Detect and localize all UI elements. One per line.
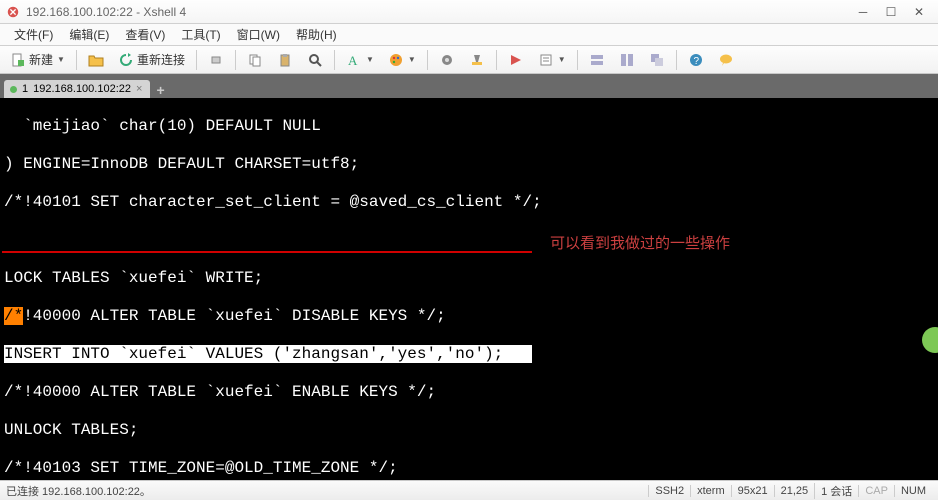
status-size: 95x21 [731, 485, 774, 497]
font-icon: A [346, 52, 362, 68]
copy-button[interactable] [241, 49, 269, 71]
new-button[interactable]: 新建 ▼ [4, 48, 71, 71]
toolbar-separator [334, 50, 335, 70]
toolbar-separator [235, 50, 236, 70]
paste-icon [277, 52, 293, 68]
term-line: /*!40000 ALTER TABLE `xuefei` ENABLE KEY… [4, 383, 934, 402]
status-pos: 21,25 [774, 485, 815, 497]
annotation-text: 可以看到我做过的一些操作 [550, 235, 730, 254]
cascade-button[interactable] [643, 49, 671, 71]
tile-vert-button[interactable] [613, 49, 641, 71]
dropdown-arrow-icon: ▼ [366, 55, 374, 64]
term-line: INSERT INTO `xuefei` VALUES ('zhangsan',… [4, 345, 934, 364]
menu-window[interactable]: 窗口(W) [229, 24, 288, 45]
highlight-white: INSERT INTO `xuefei` VALUES ('zhangsan',… [4, 345, 532, 363]
script-icon [538, 52, 554, 68]
script-button[interactable]: ▼ [532, 49, 572, 71]
minimize-button[interactable]: ─ [850, 3, 876, 21]
status-term: xterm [690, 485, 731, 497]
gear-icon [439, 52, 455, 68]
search-icon [307, 52, 323, 68]
status-connection: 已连接 192.168.100.102:22。 [6, 483, 648, 499]
reconnect-icon [118, 52, 134, 68]
new-file-icon [10, 52, 26, 68]
toolbar: 新建 ▼ 重新连接 A▼ ▼ ▼ ? [0, 46, 938, 74]
svg-text:?: ? [693, 56, 699, 67]
find-button[interactable] [301, 49, 329, 71]
term-line: UNLOCK TABLES; [4, 421, 934, 440]
toolbar-separator [676, 50, 677, 70]
session-tab[interactable]: 1 192.168.100.102:22 × [4, 80, 150, 98]
xftp-button[interactable] [502, 49, 530, 71]
term-line: /*!40000 ALTER TABLE `xuefei` DISABLE KE… [4, 307, 934, 326]
term-line: `meijiao` char(10) DEFAULT NULL [4, 117, 934, 136]
plug-icon [208, 52, 224, 68]
open-button[interactable] [82, 49, 110, 71]
menu-tools[interactable]: 工具(T) [173, 24, 228, 45]
properties-button[interactable] [433, 49, 461, 71]
toolbar-separator [496, 50, 497, 70]
toolbar-separator [427, 50, 428, 70]
terminal-area[interactable]: `meijiao` char(10) DEFAULT NULL ) ENGINE… [0, 98, 938, 480]
help-button[interactable]: ? [682, 49, 710, 71]
about-button[interactable] [712, 49, 740, 71]
dropdown-arrow-icon: ▼ [558, 55, 566, 64]
term-line: ) ENGINE=InnoDB DEFAULT CHARSET=utf8; [4, 155, 934, 174]
status-num: NUM [894, 485, 932, 497]
status-ssh: SSH2 [648, 485, 690, 497]
app-icon [6, 5, 20, 19]
dropdown-arrow-icon: ▼ [408, 55, 416, 64]
tile-horiz-button[interactable] [583, 49, 611, 71]
dropdown-arrow-icon: ▼ [57, 55, 65, 64]
menubar: 文件(F) 编辑(E) 查看(V) 工具(T) 窗口(W) 帮助(H) [0, 24, 938, 46]
menu-view[interactable]: 查看(V) [117, 24, 173, 45]
menu-edit[interactable]: 编辑(E) [61, 24, 117, 45]
menu-file[interactable]: 文件(F) [6, 24, 61, 45]
connection-status-icon [10, 86, 17, 93]
status-sessions: 1 会话 [814, 483, 858, 499]
bubble-icon [718, 52, 734, 68]
disconnect-button[interactable] [202, 49, 230, 71]
transfer-icon [508, 52, 524, 68]
color-button[interactable]: ▼ [382, 49, 422, 71]
folder-icon [88, 52, 104, 68]
tile-icon [589, 52, 605, 68]
term-line: /*!40103 SET TIME_ZONE=@OLD_TIME_ZONE */… [4, 459, 934, 478]
paste-button[interactable] [271, 49, 299, 71]
window-title: 192.168.100.102:22 - Xshell 4 [26, 5, 850, 19]
menu-help[interactable]: 帮助(H) [288, 24, 345, 45]
font-button[interactable]: A▼ [340, 49, 380, 71]
term-line: LOCK TABLES `xuefei` WRITE; [4, 269, 934, 288]
toolbar-separator [76, 50, 77, 70]
highlight-icon [469, 52, 485, 68]
palette-icon [388, 52, 404, 68]
toolbar-separator [577, 50, 578, 70]
help-icon: ? [688, 52, 704, 68]
cascade-icon [649, 52, 665, 68]
maximize-button[interactable]: ☐ [878, 3, 904, 21]
add-tab-button[interactable]: + [150, 82, 170, 98]
reconnect-button[interactable]: 重新连接 [112, 48, 191, 71]
status-cap: CAP [858, 485, 894, 497]
statusbar: 已连接 192.168.100.102:22。 SSH2 xterm 95x21… [0, 480, 938, 500]
annotation-underline [2, 251, 532, 253]
close-tab-icon[interactable]: × [136, 83, 142, 95]
term-line: /*!40101 SET character_set_client = @sav… [4, 193, 934, 212]
window-controls: ─ ☐ ✕ [850, 3, 932, 21]
session-tabbar: 1 192.168.100.102:22 × + [0, 74, 938, 98]
highlight-orange: /* [4, 307, 23, 325]
tab-index: 1 [22, 83, 28, 95]
window-titlebar: 192.168.100.102:22 - Xshell 4 ─ ☐ ✕ [0, 0, 938, 24]
close-button[interactable]: ✕ [906, 3, 932, 21]
toolbar-separator [196, 50, 197, 70]
copy-icon [247, 52, 263, 68]
tile-vert-icon [619, 52, 635, 68]
highlight-button[interactable] [463, 49, 491, 71]
svg-text:A: A [348, 53, 358, 68]
tab-label: 192.168.100.102:22 [33, 83, 131, 95]
